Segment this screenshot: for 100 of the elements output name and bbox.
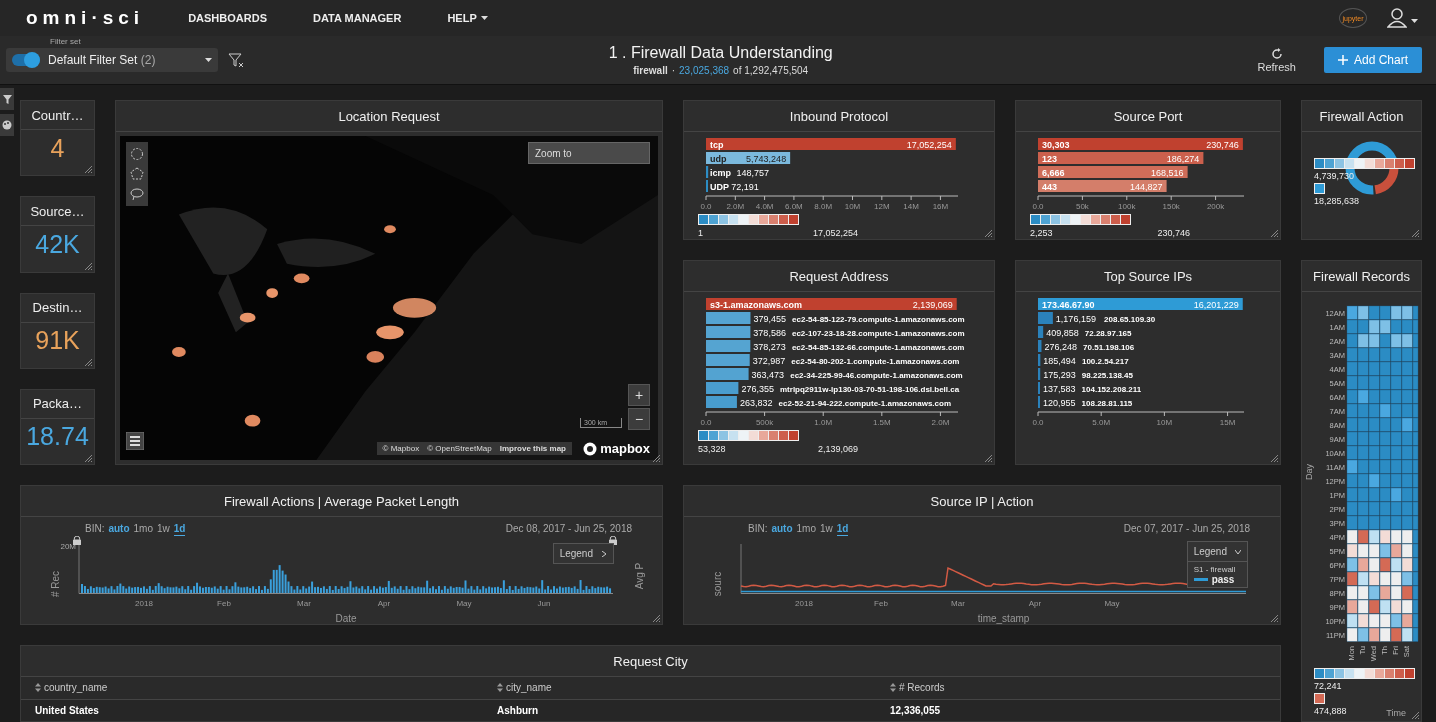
resize-handle-icon[interactable] xyxy=(1411,229,1419,237)
y-axis-title: sourc xyxy=(712,571,723,597)
axis-tick-label: Feb xyxy=(874,599,888,608)
resize-handle-icon[interactable] xyxy=(84,357,92,366)
add-chart-button[interactable]: Add Chart xyxy=(1323,47,1422,73)
attribution-link[interactable]: © Mapbox xyxy=(382,444,420,453)
nav-link[interactable]: DASHBOARDS xyxy=(188,12,267,24)
axis-tick-label: 5.0M xyxy=(1092,418,1111,426)
refresh-button[interactable]: Refresh xyxy=(1257,47,1296,73)
axis-tick-label: May xyxy=(1104,599,1120,608)
legend-min-label: 1 xyxy=(698,228,703,238)
bar-label: ec2-54-80-202-1.compute-1.amazonaws.com xyxy=(791,357,960,366)
resize-handle-icon[interactable] xyxy=(84,454,92,462)
bar[interactable] xyxy=(1038,326,1044,338)
lasso-icon[interactable] xyxy=(130,187,144,201)
bin-option[interactable]: auto xyxy=(771,523,793,536)
bar-label: 70.51.198.106 xyxy=(1083,343,1135,352)
lock-icon[interactable] xyxy=(73,536,81,545)
axis-tick-label: 100k xyxy=(1118,202,1136,210)
bar[interactable] xyxy=(1038,298,1243,310)
table-name: firewall xyxy=(633,65,668,76)
axis-tick-label: 10M xyxy=(1156,418,1173,426)
bar[interactable] xyxy=(1038,152,1204,164)
zoom-in-button[interactable]: + xyxy=(628,384,650,406)
bar[interactable] xyxy=(706,298,957,310)
zoom-out-button[interactable]: − xyxy=(628,408,650,430)
kpi-title: Packa… xyxy=(21,389,94,419)
filter-icon[interactable] xyxy=(0,88,14,110)
bar-label: 72.28.97.165 xyxy=(1084,329,1132,338)
attribution-link[interactable]: Improve this map xyxy=(499,444,566,453)
panel-title: Top Source IPs xyxy=(1016,261,1280,292)
bar[interactable] xyxy=(706,340,751,352)
bar[interactable] xyxy=(1038,138,1243,150)
column-header[interactable]: # Records xyxy=(890,682,1280,694)
axis-tick-label: 8.0M xyxy=(814,202,833,210)
legend-toggle[interactable]: Legend xyxy=(1187,542,1247,561)
toggle-switch[interactable] xyxy=(12,54,40,66)
legend-list-icon[interactable] xyxy=(126,432,144,450)
bar[interactable] xyxy=(1038,368,1041,380)
axis-tick-label: Jun xyxy=(537,599,551,608)
resize-handle-icon[interactable] xyxy=(984,454,992,462)
zoom-to-field[interactable]: Zoom to xyxy=(528,142,650,164)
axis-tick-label: 2018 xyxy=(795,599,813,608)
bin-option[interactable]: 1w xyxy=(820,523,833,536)
column-header[interactable]: country_name xyxy=(35,682,497,694)
clear-filter-icon[interactable] xyxy=(228,52,244,68)
date-range: Dec 08, 2017 - Jun 25, 2018 xyxy=(505,523,632,536)
nav-link[interactable]: HELP xyxy=(447,12,488,24)
bin-option[interactable]: 1d xyxy=(173,523,186,536)
legend-item[interactable]: pass xyxy=(1187,574,1247,587)
caret-icon xyxy=(480,16,488,20)
bar-label: ec2-107-23-18-28.compute-1.amazonaws.com xyxy=(791,329,965,338)
bar-value: 144,827 xyxy=(1130,182,1163,192)
resize-handle-icon[interactable] xyxy=(84,261,92,270)
bin-option[interactable]: 1mo xyxy=(796,523,816,536)
y-axis-title: # Rec xyxy=(50,570,61,598)
axis-tick-label: 1.5M xyxy=(872,418,891,426)
logo[interactable]: omni·sci xyxy=(26,7,145,29)
resize-handle-icon[interactable] xyxy=(652,614,660,622)
kpi-value: 91K xyxy=(34,325,81,357)
column-header[interactable]: city_name xyxy=(497,682,890,694)
bar[interactable] xyxy=(1038,180,1167,192)
bar[interactable] xyxy=(706,138,956,150)
x-axis-title: Date xyxy=(335,613,357,624)
resize-handle-icon[interactable] xyxy=(1411,711,1419,719)
filtered-count: 23,025,368 xyxy=(679,65,730,76)
bar[interactable] xyxy=(706,152,791,164)
attribution-link[interactable]: © OpenStreetMap xyxy=(427,444,492,453)
resize-handle-icon[interactable] xyxy=(84,165,92,174)
polygon-select-icon[interactable] xyxy=(130,167,144,181)
circle-select-icon[interactable] xyxy=(130,147,144,161)
bar-value: 120,955 xyxy=(1043,398,1076,408)
legend-max-label: 474,888 xyxy=(1314,706,1347,716)
bin-option[interactable]: 1d xyxy=(836,523,849,536)
resize-handle-icon[interactable] xyxy=(652,454,660,462)
bar[interactable] xyxy=(1038,166,1188,178)
table-cell-text: Ashburn xyxy=(497,704,540,716)
bar[interactable] xyxy=(706,326,751,338)
kpi-title: Countr… xyxy=(21,101,94,130)
axis-tick-label: 15M xyxy=(1219,418,1236,426)
resize-handle-icon[interactable] xyxy=(1270,614,1278,622)
resize-handle-icon[interactable] xyxy=(1270,454,1278,462)
bar[interactable] xyxy=(706,382,739,394)
bar-value: 72,191 xyxy=(731,182,759,192)
user-icon[interactable] xyxy=(1387,8,1407,28)
palette-icon[interactable] xyxy=(0,114,14,136)
legend-toggle[interactable]: Legend xyxy=(553,544,613,563)
bar-label: icmp xyxy=(710,168,731,178)
dashboard-title: 1 . Firewall Data Understanding xyxy=(608,44,833,62)
resize-handle-icon[interactable] xyxy=(1270,229,1278,237)
bar-label: 30,303 xyxy=(1042,140,1070,150)
bar[interactable] xyxy=(706,166,709,178)
bin-option[interactable]: auto xyxy=(108,523,130,536)
bin-option[interactable]: 1w xyxy=(157,523,170,536)
nav-link[interactable]: DATA MANAGER xyxy=(312,12,402,24)
kpi-title: Source… xyxy=(21,197,94,227)
bin-option[interactable]: 1mo xyxy=(133,523,153,536)
bar-value: 378,273 xyxy=(753,342,786,352)
sort-icon xyxy=(35,683,41,693)
resize-handle-icon[interactable] xyxy=(984,229,992,237)
